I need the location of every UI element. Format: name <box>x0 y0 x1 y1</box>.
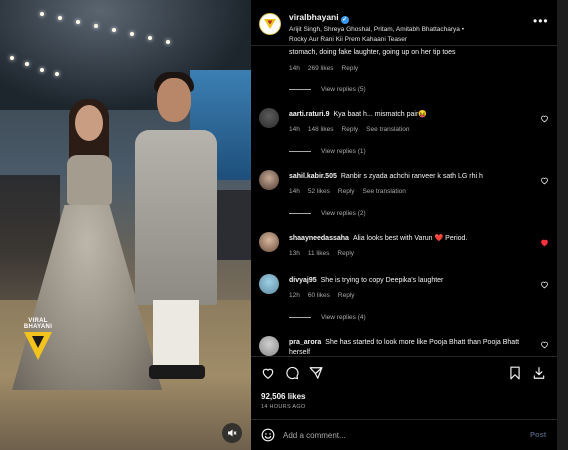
watermark-logo: VIRAL BHAYANI <box>18 318 58 367</box>
like-comment-heart-icon[interactable] <box>540 176 549 185</box>
liked-comment-heart-icon[interactable] <box>540 238 549 247</box>
like-comment-heart-icon[interactable] <box>540 340 549 349</box>
background-overlay-edge <box>557 0 568 450</box>
comment-meta: 13h 11 likes Reply <box>289 250 362 257</box>
post-timestamp: 14 HOURS AGO <box>261 404 306 410</box>
comment-likes[interactable]: 11 likes <box>308 250 330 257</box>
view-replies-label[interactable]: View replies (5) <box>321 86 366 93</box>
comment-time: 12h <box>289 292 300 299</box>
comment-text: She has started to look more like Pooja … <box>289 339 520 356</box>
like-heart-icon[interactable] <box>261 366 275 380</box>
comment-reply-button[interactable]: Reply <box>338 292 355 299</box>
audio-artists[interactable]: Arijit Singh, Shreya Ghoshal, Pritam, Am… <box>289 25 529 35</box>
stage-lights <box>10 12 240 76</box>
post-likes-count[interactable]: 92,506 likes <box>261 392 305 401</box>
commenter-avatar[interactable] <box>259 170 279 190</box>
comment-likes[interactable]: 148 likes <box>308 126 334 133</box>
comment-time: 14h <box>289 65 300 72</box>
comment-username[interactable]: divyaj95 <box>289 277 317 284</box>
viralbhayani-logo-icon <box>264 19 276 29</box>
comment-body: sahil.kabir.505 Ranbir s zyada achchi ran… <box>289 172 557 182</box>
view-replies-button[interactable]: View replies (4) <box>289 314 366 321</box>
comment-text: Alia looks best with Varun ❤️ Period. <box>352 235 468 242</box>
comment-meta: 14h 52 likes Reply See translation <box>289 188 414 195</box>
comment-body: divyaj95 She is trying to copy Deepika's … <box>289 276 557 286</box>
view-replies-label[interactable]: View replies (2) <box>321 210 366 217</box>
emoji-picker-icon[interactable] <box>261 428 275 442</box>
view-replies-label[interactable]: View replies (4) <box>321 314 366 321</box>
share-paper-plane-icon[interactable] <box>309 366 323 380</box>
comment-text: Ranbir s zyada achchi ranveer k sath LG … <box>340 173 483 180</box>
author-username[interactable]: viralbhayani ✓ <box>289 12 349 24</box>
comment-text: stomach, doing fake laughter, going up o… <box>289 49 456 56</box>
see-translation-button[interactable]: See translation <box>363 188 406 195</box>
comment-body: aarti.raturi.9 Kya baat h... mismatch pai… <box>289 110 557 120</box>
comment-bubble-icon[interactable] <box>285 366 299 380</box>
comment-text: She is trying to copy Deepika's laughter <box>320 277 444 284</box>
watermark-text: VIRAL BHAYANI <box>23 318 53 330</box>
add-comment-input[interactable] <box>283 428 513 442</box>
comment-reply-button[interactable]: Reply <box>342 65 359 72</box>
comment-meta: 12h 60 likes Reply <box>289 292 363 299</box>
see-translation-button[interactable]: See translation <box>366 126 409 133</box>
like-comment-heart-icon[interactable] <box>540 114 549 123</box>
comment-reply-button[interactable]: Reply <box>342 126 359 133</box>
comment-username[interactable]: aarti.raturi.9 <box>289 111 329 118</box>
comment-likes[interactable]: 269 likes <box>308 65 334 72</box>
view-replies-button[interactable]: View replies (1) <box>289 148 366 155</box>
commenter-avatar[interactable] <box>259 108 279 128</box>
comments-list[interactable]: stomach, doing fake laughter, going up o… <box>251 46 557 356</box>
author-avatar[interactable] <box>259 13 281 35</box>
comment-username[interactable]: sahil.kabir.505 <box>289 173 337 180</box>
comment-body: shaayneedassaha Alia looks best with Varu… <box>289 234 557 244</box>
save-bookmark-icon[interactable] <box>508 366 522 380</box>
commenter-avatar[interactable] <box>259 336 279 356</box>
comment-composer: Post <box>251 419 557 450</box>
audio-attribution[interactable]: Arijit Singh, Shreya Ghoshal, Pritam, Am… <box>289 25 529 45</box>
comment-username[interactable]: pra_arora <box>289 339 321 346</box>
view-replies-button[interactable]: View replies (2) <box>289 210 366 217</box>
comment-meta: 14h 269 likes Reply <box>289 65 366 72</box>
comment-time: 14h <box>289 188 300 195</box>
commenter-avatar[interactable] <box>259 274 279 294</box>
comment-time: 14h <box>289 126 300 133</box>
speaker-muted-icon <box>228 429 237 437</box>
author-username-text[interactable]: viralbhayani <box>289 12 339 22</box>
download-icon[interactable] <box>532 366 546 380</box>
audio-title[interactable]: Rocky Aur Rani Kii Prem Kahaani Teaser <box>289 35 529 45</box>
post-comment-button[interactable]: Post <box>530 430 546 439</box>
view-replies-button[interactable]: View replies (5) <box>289 86 366 93</box>
commenter-avatar[interactable] <box>259 232 279 252</box>
watermark-v-icon <box>24 332 52 360</box>
post-actions: 92,506 likes 14 HOURS AGO <box>251 356 557 416</box>
comment-meta: 14h 148 likes Reply See translation <box>289 126 418 133</box>
comment-text: Kya baat h... mismatch pair😝 <box>333 111 427 118</box>
verified-badge-icon: ✓ <box>340 16 349 24</box>
like-comment-heart-icon[interactable] <box>540 280 549 289</box>
post-media[interactable]: VIRAL BHAYANI <box>0 0 251 450</box>
comment-likes[interactable]: 60 likes <box>308 292 330 299</box>
view-replies-label[interactable]: View replies (1) <box>321 148 366 155</box>
comment-body: pra_arora She has started to look more li… <box>289 338 529 356</box>
comment-reply-button[interactable]: Reply <box>338 188 355 195</box>
more-options-icon[interactable]: ••• <box>533 14 549 28</box>
post-side-panel: viralbhayani ✓ Arijit Singh, Shreya Ghosh… <box>251 0 557 450</box>
post-header: viralbhayani ✓ Arijit Singh, Shreya Ghosh… <box>251 0 557 46</box>
comment-reply-button[interactable]: Reply <box>337 250 354 257</box>
comment-username[interactable]: shaayneedassaha <box>289 235 349 242</box>
comment-likes[interactable]: 52 likes <box>308 188 330 195</box>
model-man <box>125 70 225 385</box>
mute-toggle-button[interactable] <box>222 423 242 443</box>
comment-time: 13h <box>289 250 300 257</box>
